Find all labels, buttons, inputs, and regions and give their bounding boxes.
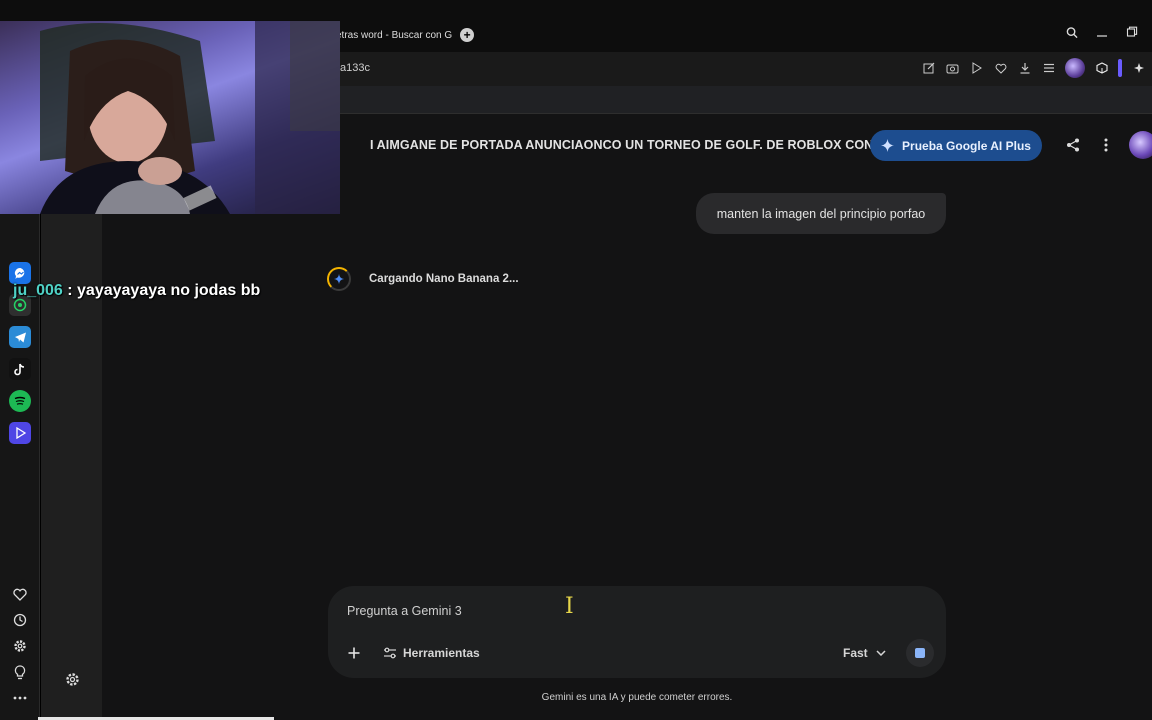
chat-text: : yayayayaya no jodas bb: [62, 282, 261, 299]
chevron-down-icon: [876, 650, 886, 656]
prompt-input[interactable]: Pregunta a Gemini 3: [347, 604, 462, 618]
download-icon[interactable]: [1017, 61, 1032, 76]
ai-plus-label: Prueba Google AI Plus: [902, 138, 1031, 153]
gemini-spinner-icon: [327, 267, 351, 291]
video-player-icon[interactable]: [9, 422, 31, 444]
conversation-title: I AIMGANE DE PORTADA ANUNCIAONCO UN TORN…: [370, 138, 874, 152]
window-controls: [1066, 26, 1138, 38]
stop-icon: [915, 648, 925, 658]
new-tab-button[interactable]: +: [460, 28, 475, 42]
history-icon[interactable]: [10, 610, 30, 630]
tools-button[interactable]: Herramientas: [383, 642, 480, 664]
toolbar-icons: [921, 58, 1146, 78]
streamer-camera-feed: [40, 21, 340, 214]
minimize-icon[interactable]: [1096, 26, 1108, 38]
tune-icon: [384, 647, 396, 659]
account-avatar[interactable]: [1129, 131, 1152, 159]
settings-icon[interactable]: [10, 636, 30, 656]
restore-icon[interactable]: [1126, 26, 1138, 38]
browser-tab[interactable]: etras word - Buscar con G +: [336, 22, 475, 48]
spotify-icon[interactable]: [9, 390, 31, 412]
camera-icon[interactable]: [945, 61, 960, 76]
loading-text: Cargando Nano Banana 2...: [369, 273, 519, 285]
disclaimer-text: Gemini es una IA y puede cometer errores…: [541, 692, 733, 703]
telegram-icon[interactable]: [9, 326, 31, 348]
search-tabs-icon[interactable]: [1066, 26, 1078, 38]
menu-icon[interactable]: [1041, 61, 1056, 76]
tools-label: Herramientas: [403, 646, 480, 660]
url-text[interactable]: a133c: [340, 62, 370, 74]
tiktok-icon[interactable]: [9, 358, 31, 380]
model-label: Fast: [843, 646, 868, 660]
model-selector[interactable]: Fast: [843, 642, 886, 664]
sparkle-icon: [881, 139, 895, 152]
text-cursor-icon: I: [565, 594, 574, 619]
ai-plus-button[interactable]: Prueba Google AI Plus: [870, 130, 1042, 161]
sidebar-accent: [1118, 59, 1122, 77]
user-message-text: manten la imagen del principio porfao: [716, 206, 926, 221]
stop-button[interactable]: [906, 639, 934, 667]
share-icon[interactable]: [1064, 136, 1082, 154]
webcam-overlay: [0, 21, 340, 214]
settings-gear-icon[interactable]: [63, 670, 81, 688]
add-attachment-button[interactable]: [343, 642, 365, 664]
prompt-composer[interactable]: Pregunta a Gemini 3 I Herramientas Fast: [328, 586, 946, 678]
play-icon[interactable]: [969, 61, 984, 76]
edit-icon[interactable]: [921, 61, 936, 76]
user-message-bubble: manten la imagen del principio porfao: [696, 193, 946, 234]
profile-avatar[interactable]: [1065, 58, 1085, 78]
loading-indicator: Cargando Nano Banana 2...: [327, 267, 519, 291]
more-vert-icon[interactable]: [1097, 136, 1115, 154]
stream-chat-message: ju_006 : yayayayaya no jodas bb: [13, 282, 260, 300]
tab-title: etras word - Buscar con G: [336, 29, 453, 41]
heart-icon[interactable]: [10, 584, 30, 604]
heart-icon[interactable]: [993, 61, 1008, 76]
lightbulb-icon[interactable]: [10, 662, 30, 682]
extension-box-icon[interactable]: [1094, 61, 1109, 76]
more-icon[interactable]: [10, 688, 30, 708]
chat-username: ju_006: [13, 282, 63, 299]
messenger-icon[interactable]: [9, 262, 31, 284]
extensions-icon[interactable]: [1131, 61, 1146, 76]
